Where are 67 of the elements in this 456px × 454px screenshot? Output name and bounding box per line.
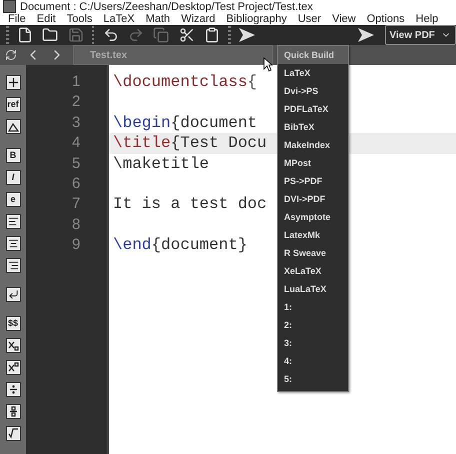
view-pdf-dropdown[interactable]: View PDF xyxy=(384,25,456,45)
menu-item[interactable]: 2: xyxy=(278,316,348,334)
code-line: \begin{document xyxy=(113,114,258,132)
menu-item[interactable]: XeLaTeX xyxy=(278,262,348,280)
code-line: It is a test doc xyxy=(113,195,267,214)
window-title: Document : C:/Users/Zeeshan/Desktop/Test Project/Test.tex xyxy=(20,0,313,12)
format-button[interactable]: B xyxy=(6,148,20,163)
menu-item[interactable]: LuaLaTeX xyxy=(278,280,348,298)
square-root-icon[interactable] xyxy=(6,426,20,441)
divide-icon[interactable] xyxy=(6,382,20,397)
app-icon xyxy=(3,0,16,13)
line-number: 9 xyxy=(71,235,82,256)
menu-item[interactable]: Dvi->PS xyxy=(278,82,348,100)
menu-item[interactable]: LatexMk xyxy=(278,226,348,244)
format-button[interactable]: ref xyxy=(6,97,20,112)
menu-item[interactable]: Bibliography xyxy=(226,13,287,25)
code-line: \documentclass{ xyxy=(113,73,258,91)
code-line: \end{document} xyxy=(113,236,248,254)
menu-item[interactable]: 1: xyxy=(278,298,348,316)
menu-item[interactable]: Math xyxy=(146,13,170,25)
menu-item[interactable]: DVI->PDF xyxy=(278,190,348,208)
play-arrow-icon[interactable] xyxy=(238,25,256,45)
return-icon[interactable] xyxy=(6,287,20,302)
code-line: \maketitle xyxy=(113,154,210,173)
align-right-icon[interactable] xyxy=(6,258,20,273)
italic-button[interactable]: I xyxy=(6,170,20,185)
line-number: 2 xyxy=(71,92,82,112)
menu-item[interactable]: Wizard xyxy=(181,13,216,25)
menu-item[interactable]: Help xyxy=(416,13,438,25)
line-number: 5 xyxy=(71,154,82,174)
menu-item[interactable]: User xyxy=(298,13,322,25)
line-number: 8 xyxy=(71,214,82,235)
menu-item[interactable]: MPost xyxy=(278,154,348,172)
subscript-icon[interactable] xyxy=(6,338,20,353)
menu-item[interactable]: 3: xyxy=(278,334,348,352)
code-line: \title{Test Docu xyxy=(113,134,267,152)
menu-item[interactable]: 5: xyxy=(278,370,348,388)
menu-item[interactable]: LaTeX xyxy=(103,13,135,25)
line-number: 3 xyxy=(71,112,82,133)
menu-item[interactable]: Asymptote xyxy=(278,208,348,226)
menu-item[interactable]: MakeIndex xyxy=(278,136,348,154)
line-number: 7 xyxy=(71,194,82,214)
line-number: 4 xyxy=(71,133,82,154)
format-button[interactable]: $$ xyxy=(6,316,20,331)
format-button[interactable]: e xyxy=(6,192,20,207)
menu-item[interactable]: PDFLaTeX xyxy=(278,100,348,118)
menu-item[interactable]: Tools xyxy=(66,13,92,25)
menu-item[interactable]: Options xyxy=(366,13,405,25)
menu-item[interactable]: File xyxy=(8,13,26,25)
menu-item[interactable]: 4: xyxy=(278,352,348,370)
menu-item[interactable]: LaTeX xyxy=(278,64,348,82)
align-center-icon[interactable] xyxy=(6,236,20,251)
play-arrow-icon[interactable] xyxy=(357,25,376,45)
superscript-icon[interactable] xyxy=(6,360,20,375)
menu-item[interactable]: Quick Build xyxy=(278,46,348,64)
refresh-icon[interactable] xyxy=(5,49,17,61)
line-number: 1 xyxy=(71,72,82,92)
plus-icon[interactable] xyxy=(6,75,20,90)
menu-item[interactable]: PS->PDF xyxy=(278,172,348,190)
picture-frame-icon[interactable] xyxy=(6,119,20,134)
menu-item[interactable]: Edit xyxy=(36,13,56,25)
line-number: 6 xyxy=(71,174,82,194)
menu-item[interactable]: View xyxy=(332,13,356,25)
menu-item[interactable]: BibTeX xyxy=(278,118,348,136)
menu-item[interactable]: R Sweave xyxy=(278,244,348,262)
align-left-icon[interactable] xyxy=(6,214,20,229)
fraction-icon[interactable] xyxy=(6,404,20,419)
